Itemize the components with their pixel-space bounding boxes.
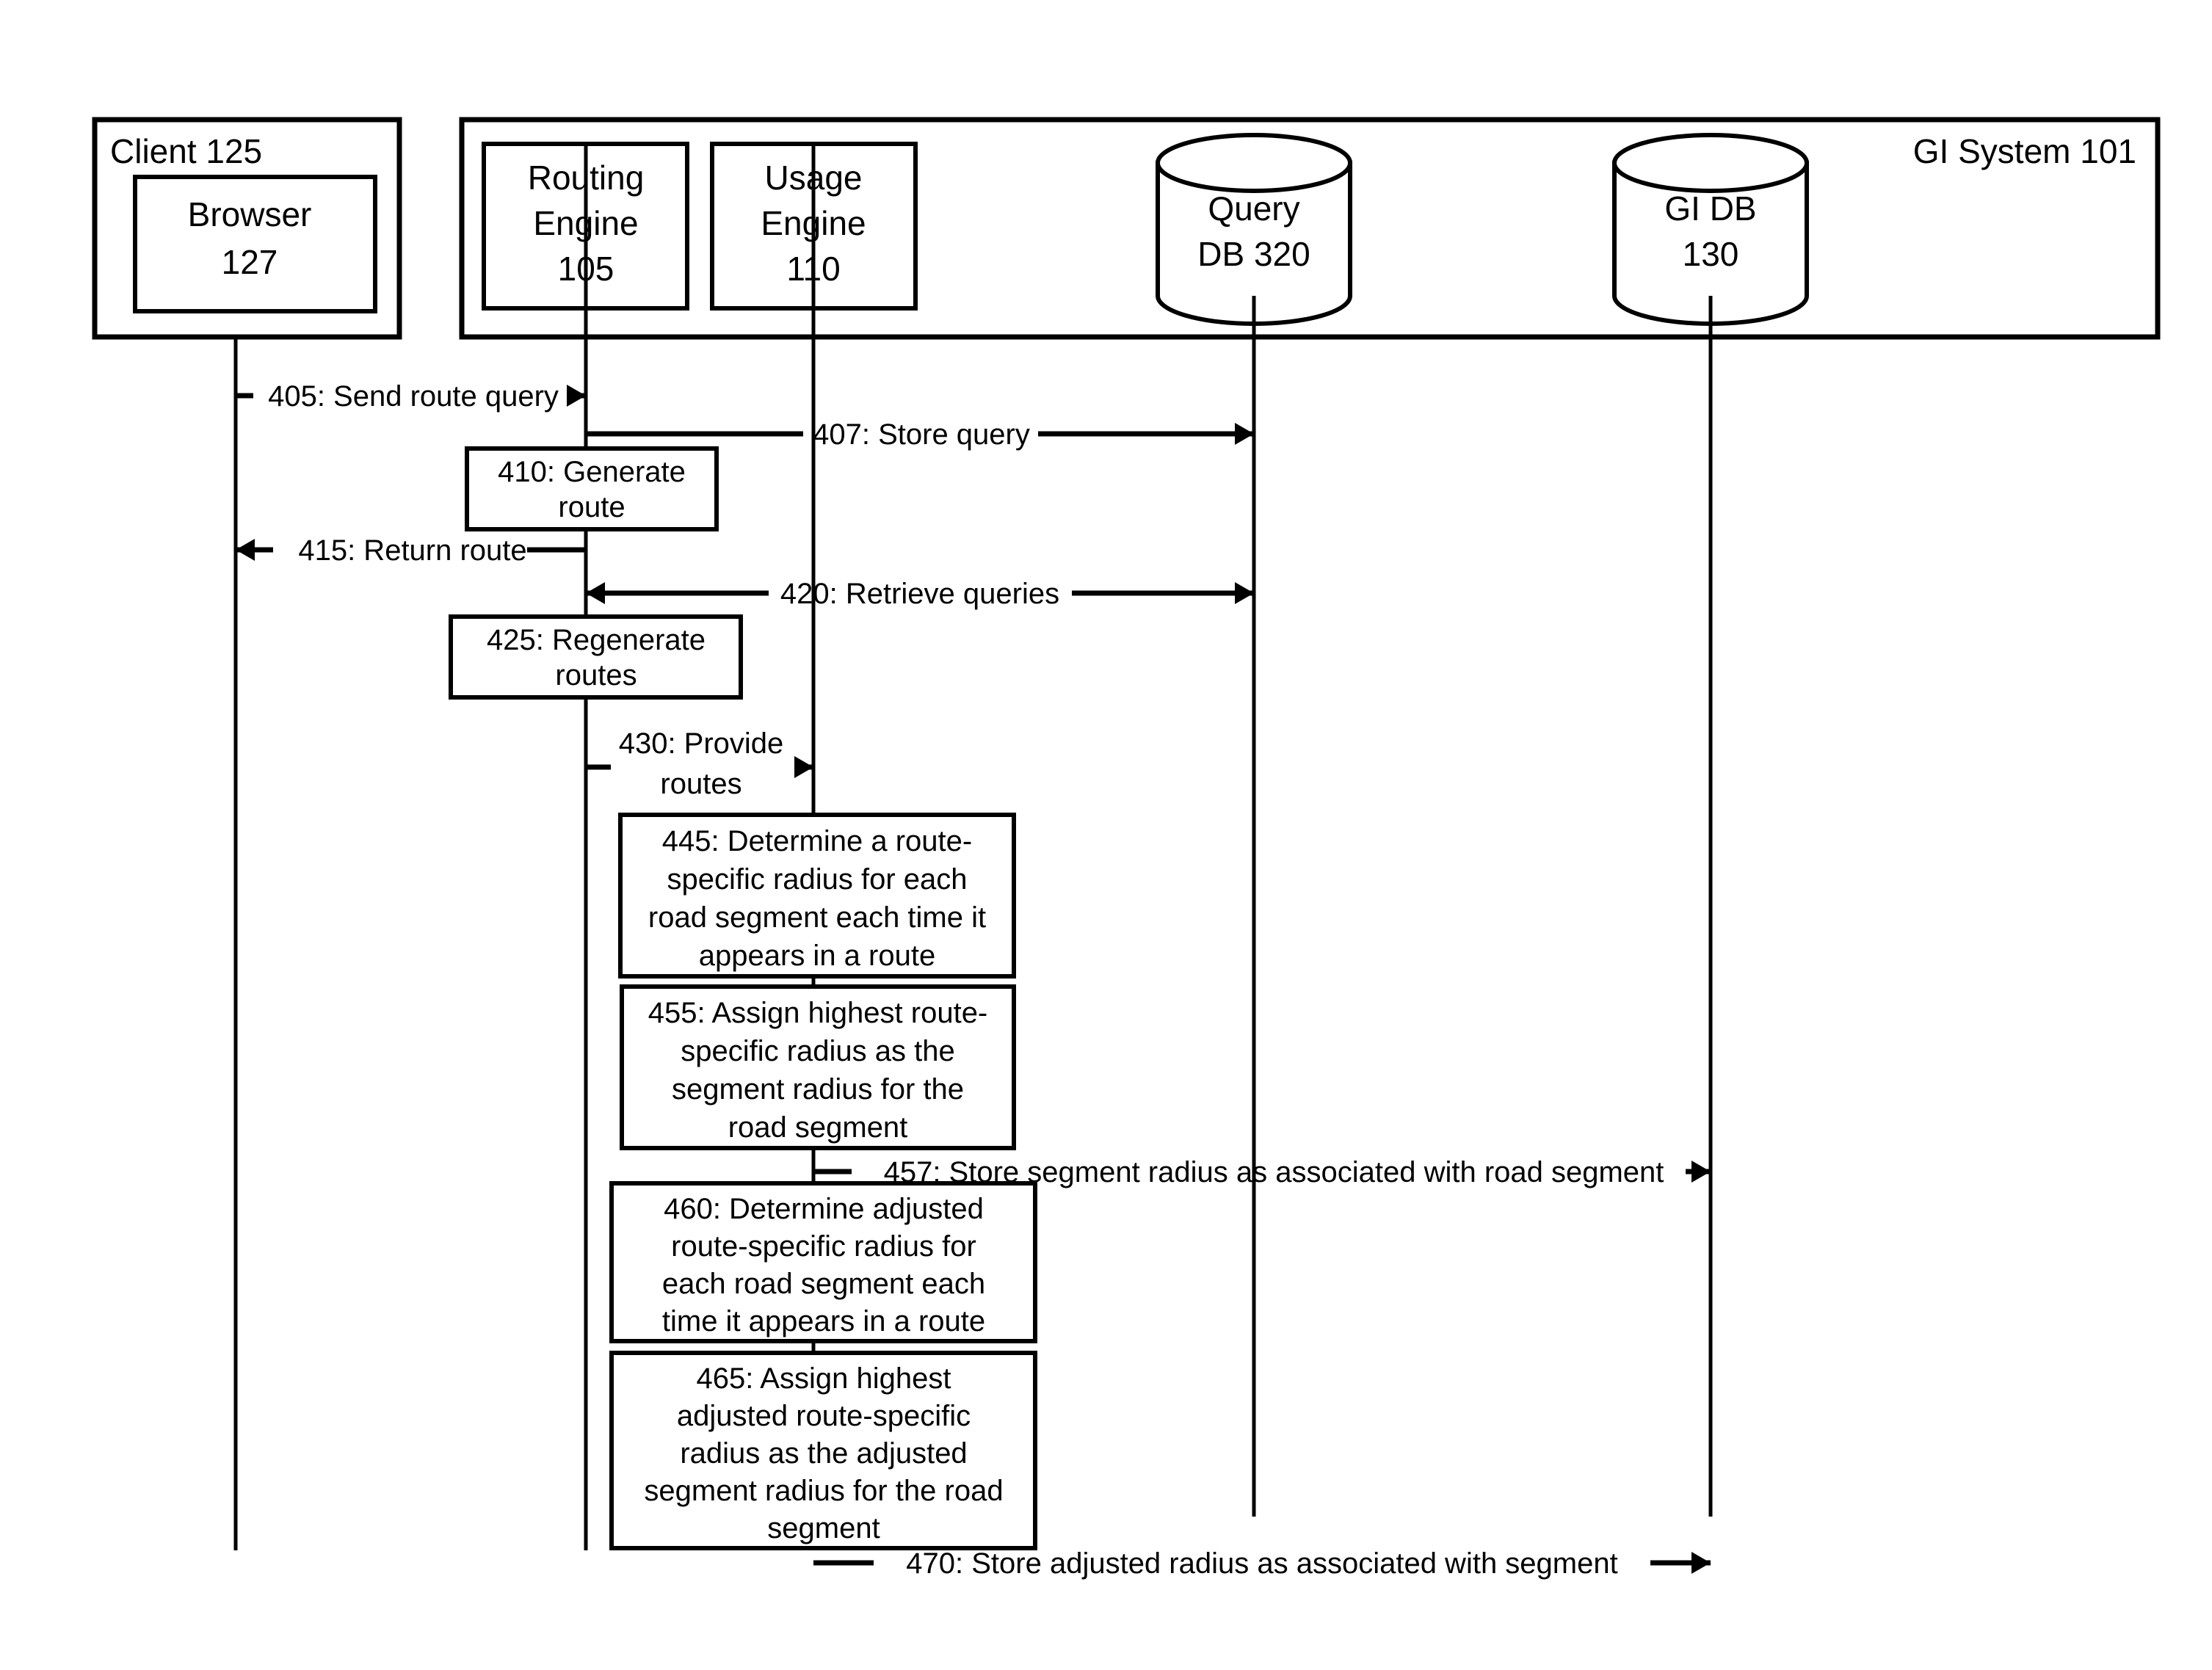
participant-cylinder-query-db[interactable]: [1156, 133, 1352, 326]
activation-460-line-2: route-specific radius for: [671, 1230, 976, 1263]
message-405: 405: Send route query: [236, 380, 586, 413]
arrowhead-457: [1691, 1161, 1711, 1183]
message-420: 420: Retrieve queries: [586, 578, 1254, 610]
activation-445: 445: Determine a route- specific radius …: [618, 813, 1016, 979]
message-label-415: 415: Return route: [298, 534, 526, 567]
message-415: 415: Return route: [236, 534, 586, 567]
arrowhead-420-left: [586, 582, 605, 604]
message-407: 407: Store query: [586, 418, 1254, 451]
message-430-top: 430: Provide: [619, 727, 784, 760]
activation-460-line-3: each road segment each: [662, 1268, 985, 1300]
message-label-470: 470: Store adjusted radius as associated…: [906, 1547, 1617, 1580]
activation-465-line-3: radius as the adjusted: [680, 1437, 967, 1470]
arrowhead-470: [1691, 1552, 1711, 1574]
participant-label-gidb-line2: 130: [1683, 235, 1739, 273]
activation-455: 455: Assign highest route- specific radi…: [620, 984, 1016, 1150]
participant-label-querydb-line1: Query: [1208, 189, 1299, 228]
activation-410-line-1: 410: Generate: [498, 456, 686, 488]
sequence-diagram-canvas: Client 125 Browser 127 GI System 101 Rou…: [0, 0, 2212, 1670]
activation-425-line-2: routes: [555, 659, 637, 691]
activation-410-line-2: route: [558, 491, 625, 523]
activation-445-line-3: road segment each time it: [648, 901, 986, 934]
activation-465-line-2: adjusted route-specific: [677, 1400, 971, 1432]
arrowhead-415: [236, 539, 255, 561]
participant-label-browser-line2: 127: [222, 243, 278, 281]
activation-410: 410: Generate route: [465, 446, 719, 531]
activation-465-line-4: segment radius for the road: [644, 1475, 1003, 1507]
client-container: Client 125 Browser 127: [92, 117, 402, 340]
message-430: 430: Provide routes: [586, 727, 813, 800]
activation-455-line-1: 455: Assign highest route-: [648, 997, 988, 1029]
activation-455-line-2: specific radius as the: [681, 1035, 955, 1067]
message-label-405: 405: Send route query: [268, 380, 559, 413]
arrowhead-405: [567, 385, 586, 407]
message-470: 470: Store adjusted radius as associated…: [813, 1547, 1711, 1580]
participant-label-querydb-line2: DB 320: [1197, 235, 1310, 273]
activation-465: 465: Assign highest adjusted route-speci…: [609, 1351, 1037, 1550]
activation-460-line-4: time it appears in a route: [662, 1305, 985, 1337]
gi-system-label: GI System 101: [1913, 132, 2136, 170]
message-label-420: 420: Retrieve queries: [780, 578, 1059, 610]
message-label-407: 407: Store query: [813, 418, 1030, 451]
activation-425: 425: Regenerate routes: [449, 614, 743, 700]
activation-425-line-1: 425: Regenerate: [487, 624, 706, 656]
activation-460-line-1: 460: Determine adjusted: [664, 1193, 984, 1225]
arrowhead-407: [1235, 423, 1254, 445]
activation-455-line-4: road segment: [728, 1111, 908, 1144]
activation-465-line-5: segment: [767, 1512, 880, 1544]
activation-445-line-4: appears in a route: [699, 940, 935, 972]
message-430-bottom: routes: [660, 768, 741, 800]
activation-455-line-3: segment radius for the: [672, 1073, 964, 1106]
activation-445-line-2: specific radius for each: [667, 863, 967, 896]
activation-465-line-1: 465: Assign highest: [697, 1362, 951, 1395]
gi-system-container: GI System 101 Routing Engine 105 Usage E…: [459, 117, 2161, 340]
arrowhead-420-right: [1235, 582, 1254, 604]
activation-445-line-1: 445: Determine a route-: [662, 825, 972, 857]
participant-label-gidb-line1: GI DB: [1664, 189, 1756, 228]
activation-460: 460: Determine adjusted route-specific r…: [609, 1181, 1037, 1343]
participant-label-browser-line1: Browser: [188, 195, 312, 233]
client-container-label: Client 125: [110, 132, 262, 170]
participant-cylinder-gi-db[interactable]: [1612, 133, 1809, 326]
sequence-diagram-svg: Client 125 Browser 127 GI System 101 Rou…: [92, 117, 2161, 1580]
